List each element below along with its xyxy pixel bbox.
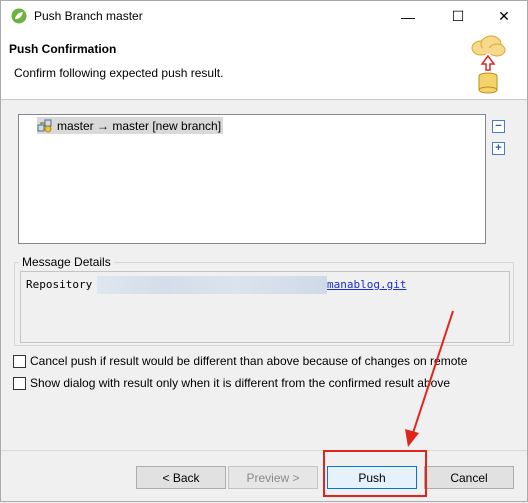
push-branch-dialog: Push Branch master — ☐ ✕ Push Confirmati…	[0, 0, 528, 502]
close-button[interactable]: ✕	[481, 1, 527, 32]
minimize-button[interactable]: —	[385, 1, 431, 32]
page-description: Confirm following expected push result.	[14, 66, 224, 80]
collapse-all-icon[interactable]: −	[492, 120, 505, 133]
message-details-label: Message Details	[19, 255, 114, 269]
show-dialog-label: Show dialog with result only when it is …	[30, 376, 450, 390]
repository-link[interactable]: manablog.git	[327, 278, 406, 291]
show-dialog-option[interactable]: Show dialog with result only when it is …	[13, 376, 450, 390]
branch-push-icon	[37, 119, 52, 132]
expand-all-icon[interactable]: +	[492, 142, 505, 155]
wizard-header: Push Confirmation Confirm following expe…	[1, 32, 527, 100]
window-title: Push Branch master	[34, 9, 143, 23]
cancel-if-different-option[interactable]: Cancel push if result would be different…	[13, 354, 467, 368]
tree-item-ref[interactable]: master → master [new branch]	[37, 117, 224, 134]
repository-key: Repository	[26, 278, 93, 291]
maximize-button[interactable]: ☐	[435, 1, 481, 32]
button-bar-divider	[1, 450, 527, 451]
preview-button[interactable]: Preview >	[228, 466, 318, 489]
cancel-button[interactable]: Cancel	[424, 466, 514, 489]
redacted-url	[97, 276, 327, 294]
spring-leaf-icon	[11, 8, 27, 24]
show-dialog-checkbox[interactable]	[13, 376, 26, 390]
push-highlight-box	[323, 450, 427, 497]
page-title: Push Confirmation	[9, 42, 117, 56]
tree-item-label: master → master [new branch]	[57, 118, 222, 133]
cancel-if-different-label: Cancel push if result would be different…	[30, 354, 468, 368]
push-result-tree[interactable]: master → master [new branch]	[18, 114, 486, 244]
back-button[interactable]: < Back	[136, 466, 226, 489]
message-details-box[interactable]: Repository manablog.git	[20, 271, 510, 343]
push-to-cloud-icon	[471, 35, 506, 94]
title-bar[interactable]: Push Branch master — ☐ ✕	[1, 1, 527, 32]
cancel-if-different-checkbox[interactable]	[13, 354, 26, 368]
